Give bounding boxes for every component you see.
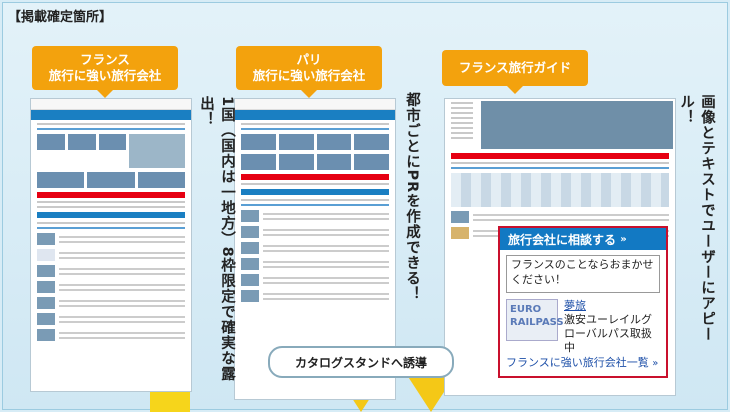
callout-line2: 旅行に強い旅行会社 [48, 68, 162, 83]
chevron-right-icon: » [652, 358, 659, 369]
callout-line1: フランス旅行ガイド [458, 60, 572, 75]
callout-france-agencies: フランス 旅行に強い旅行会社 [32, 46, 178, 98]
agency-name[interactable]: 夢旅 [564, 299, 660, 313]
speech-bubble: フランスのことならおまかせください！ [506, 255, 660, 293]
panel-title-text: 旅行会社に相談する [508, 232, 617, 247]
panel-title[interactable]: 旅行会社に相談する » [500, 228, 666, 250]
callout-france-guide: フランス旅行ガイド [442, 50, 588, 94]
agency-logo: EURO RAILPASS [506, 299, 564, 341]
note-limited-slots: 1国（国内は一地方）8枠限定で確実な露出！ [198, 96, 235, 382]
logo-line1: EURO [510, 304, 542, 315]
logo-line2: RAILPASS [510, 317, 564, 328]
chevron-right-icon: » [620, 233, 627, 245]
callout-paris-agencies: パリ 旅行に強い旅行会社 [236, 46, 382, 98]
note-city-pr: 都市ごとにPRを作成できる！ [404, 92, 420, 302]
screenshot-canvas: 【掲載確定箇所】 フランス 旅行に強い旅行会社 パリ 旅行に強い旅行会社 フラン… [0, 0, 730, 412]
callout-line2: 旅行に強い旅行会社 [252, 68, 366, 83]
agency-desc: 激安ユーレイルグローバルパス取扱中 [564, 313, 652, 354]
agency-list-link[interactable]: フランスに強い旅行会社一覧 » [506, 354, 658, 370]
callout-line1: フランス [80, 52, 130, 67]
callout-line1: パリ [296, 52, 322, 67]
catalog-stand-button[interactable]: カタログスタンドへ誘導 [268, 346, 454, 378]
website-screenshot-1 [30, 98, 192, 392]
section-heading: 【掲載確定箇所】 [8, 10, 113, 25]
agency-info: 夢旅 激安ユーレイルグローバルパス取扱中 [564, 299, 660, 355]
agency-consult-panel: 旅行会社に相談する » フランスのことならおまかせください！ EURO RAIL… [498, 226, 668, 378]
agency-list-link-text: フランスに強い旅行会社一覧 [506, 356, 649, 369]
agency-entry[interactable]: EURO RAILPASS 夢旅 激安ユーレイルグローバルパス取扱中 [506, 299, 660, 355]
note-image-text: 画像とテキストでユーザーにアピール！ [678, 94, 715, 342]
